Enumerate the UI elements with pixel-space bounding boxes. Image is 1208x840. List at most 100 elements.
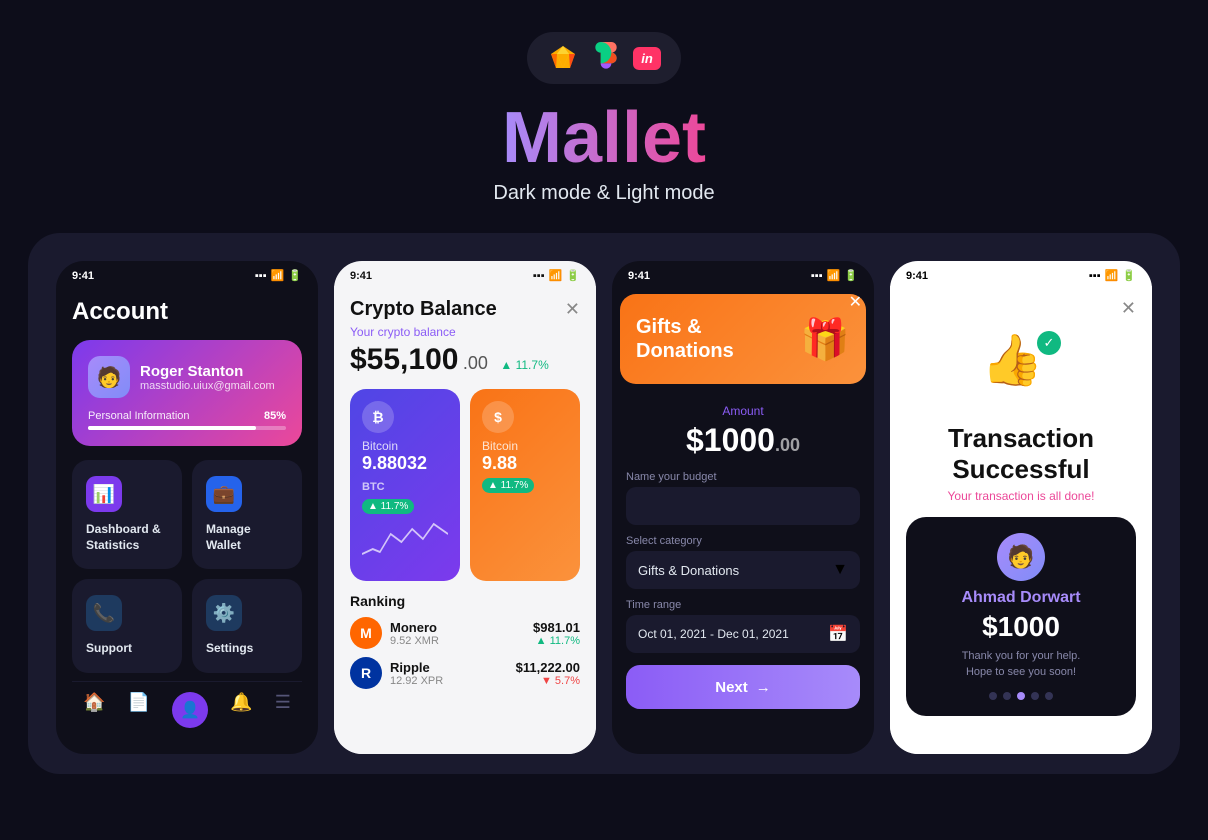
budget-input[interactable] (626, 487, 860, 525)
wallet-icon: 💼 (206, 476, 242, 512)
sketch-icon (547, 42, 579, 74)
status-icons-4: ▪▪▪ 📶 🔋 (1089, 269, 1136, 282)
status-bar-2: 9:41 ▪▪▪ 📶 🔋 (334, 261, 596, 286)
phone-crypto: 9:41 ▪▪▪ 📶 🔋 Crypto Balance ✕ Your crypt… (334, 261, 596, 754)
ripple-amount: 12.92 XPR (390, 675, 443, 687)
monero-price: $981.01 (533, 620, 580, 635)
phone2-content: Crypto Balance ✕ Your crypto balance $55… (334, 286, 596, 754)
monero-amount: 9.52 XMR (390, 635, 439, 647)
time-3: 9:41 (628, 270, 650, 282)
settings-icon: ⚙️ (206, 595, 242, 631)
ripple-icon: R (350, 657, 382, 689)
time-1: 9:41 (72, 270, 94, 282)
crypto-balance-title: Crypto Balance (350, 298, 497, 321)
btc-change: ▲ 11.7% (362, 499, 414, 514)
signal-icon-4: ▪▪▪ (1089, 270, 1101, 282)
status-bar-4: 9:41 ▪▪▪ 📶 🔋 (890, 261, 1152, 286)
phone-transaction: 9:41 ▪▪▪ 📶 🔋 ✕ 👍 ✓ TransactionSuccessful… (890, 261, 1152, 754)
progress-bar-fill (88, 426, 256, 430)
amount-label: Amount (626, 404, 860, 418)
dot-2 (1003, 692, 1011, 700)
status-icons-2: ▪▪▪ 📶 🔋 (533, 269, 580, 282)
personal-info-label: Personal Information (88, 410, 190, 422)
monero-name: Monero (390, 620, 439, 635)
close-button[interactable]: ✕ (565, 299, 580, 320)
signal-icon-2: ▪▪▪ (533, 270, 545, 282)
time-label: Time range (626, 599, 860, 611)
crypto-card-btc2[interactable]: $ Bitcoin 9.88 ▲ 11.7% (470, 389, 580, 581)
monero-icon: M (350, 617, 382, 649)
status-icons-3: ▪▪▪ 📶 🔋 (811, 269, 858, 282)
category-select[interactable]: Gifts & Donations ▼ (626, 551, 860, 589)
btc-icon: ₿ (362, 401, 394, 433)
category-label: Select category (626, 535, 860, 547)
status-bar-1: 9:41 ▪▪▪ 📶 🔋 (56, 261, 318, 286)
menu-item-wallet[interactable]: 💼 ManageWallet (192, 460, 302, 569)
user-nav-icon[interactable]: 👤 (172, 692, 208, 728)
success-icon-wrap: 👍 ✓ (981, 331, 1061, 411)
tx-amount: $1000 (922, 611, 1120, 643)
ripple-change: ▼ 5.7% (516, 675, 580, 687)
date-range-input[interactable]: Oct 01, 2021 - Dec 01, 2021 📅 (626, 615, 860, 653)
arrow-right-icon: → (756, 679, 771, 696)
gifts-form: Amount $1000.00 Name your budget Select … (612, 392, 874, 721)
btc2-value: 9.88 (482, 453, 568, 474)
signal-icon-1: ▪▪▪ (255, 270, 267, 282)
thumbs-up-icon: 👍 (981, 332, 1043, 388)
wifi-icon-3: 📶 (827, 269, 841, 282)
gifts-emoji: 🎁 (800, 316, 850, 363)
category-value: Gifts & Donations (638, 563, 739, 578)
tool-badges: in (527, 32, 681, 84)
doc-nav-icon[interactable]: 📄 (128, 692, 150, 728)
amount-value: $1000.00 (626, 422, 860, 459)
balance-cents: .00 (463, 353, 488, 373)
dot-5 (1045, 692, 1053, 700)
time-2: 9:41 (350, 270, 372, 282)
next-button[interactable]: Next → (626, 665, 860, 709)
menu-item-settings[interactable]: ⚙️ Settings (192, 579, 302, 673)
modal-header: Crypto Balance ✕ (350, 298, 580, 321)
ranking-item-monero[interactable]: M Monero 9.52 XMR $981.01 ▲ 11.7% (350, 617, 580, 649)
balance-amount: $55,100 (350, 343, 458, 376)
transaction-card: 🧑 Ahmad Dorwart $1000 Thank you for your… (906, 517, 1136, 716)
ranking-title: Ranking (350, 593, 580, 609)
menu-nav-icon[interactable]: ☰ (275, 692, 291, 728)
menu-item-dashboard[interactable]: 📊 Dashboard & Statistics (72, 460, 182, 569)
crypto-cards-row: ₿ Bitcoin 9.88032 BTC ▲ 11.7% $ Bitcoin … (350, 389, 580, 581)
ranking-item-ripple[interactable]: R Ripple 12.92 XPR $11,222.00 ▼ 5.7% (350, 657, 580, 689)
home-nav-icon[interactable]: 🏠 (83, 692, 105, 728)
battery-icon-4: 🔋 (1122, 269, 1136, 282)
invision-badge: in (633, 47, 661, 70)
tx-close-button[interactable]: ✕ (1121, 298, 1136, 319)
dropdown-arrow-icon: ▼ (832, 561, 848, 579)
dashboard-icon: 📊 (86, 476, 122, 512)
recipient-avatar: 🧑 (997, 533, 1045, 581)
progress-bar-bg (88, 426, 286, 430)
recipient-name: Ahmad Dorwart (922, 589, 1120, 607)
bell-nav-icon[interactable]: 🔔 (230, 692, 252, 728)
dot-3-active (1017, 692, 1025, 700)
gifts-title: Gifts &Donations (636, 315, 734, 363)
balance-row: $55,100 .00 ▲ 11.7% (350, 343, 580, 377)
menu-item-support[interactable]: 📞 Support (72, 579, 182, 673)
time-4: 9:41 (906, 270, 928, 282)
signal-icon-3: ▪▪▪ (811, 270, 823, 282)
progress-pct: 85% (264, 410, 286, 422)
success-subtitle: Your transaction is all done! (948, 489, 1095, 503)
btc2-name: Bitcoin (482, 439, 568, 453)
status-bar-3: 9:41 ▪▪▪ 📶 🔋 (612, 261, 874, 286)
phone-account: 9:41 ▪▪▪ 📶 🔋 Account 🧑 Roger Stanton mas… (56, 261, 318, 754)
success-title: TransactionSuccessful (948, 423, 1094, 485)
gifts-banner: Gifts &Donations 🎁 (620, 294, 866, 384)
dot-4 (1031, 692, 1039, 700)
app-subtitle: Dark mode & Light mode (493, 182, 714, 205)
battery-icon-2: 🔋 (566, 269, 580, 282)
balance-label: Your crypto balance (350, 325, 580, 339)
tx-dots (922, 692, 1120, 700)
gifts-close-btn[interactable]: ✕ (849, 292, 862, 312)
menu-label-support: Support (86, 641, 132, 657)
crypto-card-btc[interactable]: ₿ Bitcoin 9.88032 BTC ▲ 11.7% (350, 389, 460, 581)
btc-name: Bitcoin (362, 439, 448, 453)
phone1-content: Account 🧑 Roger Stanton masstudio.uiux@g… (56, 286, 318, 754)
btc-value: 9.88032 BTC (362, 453, 448, 495)
